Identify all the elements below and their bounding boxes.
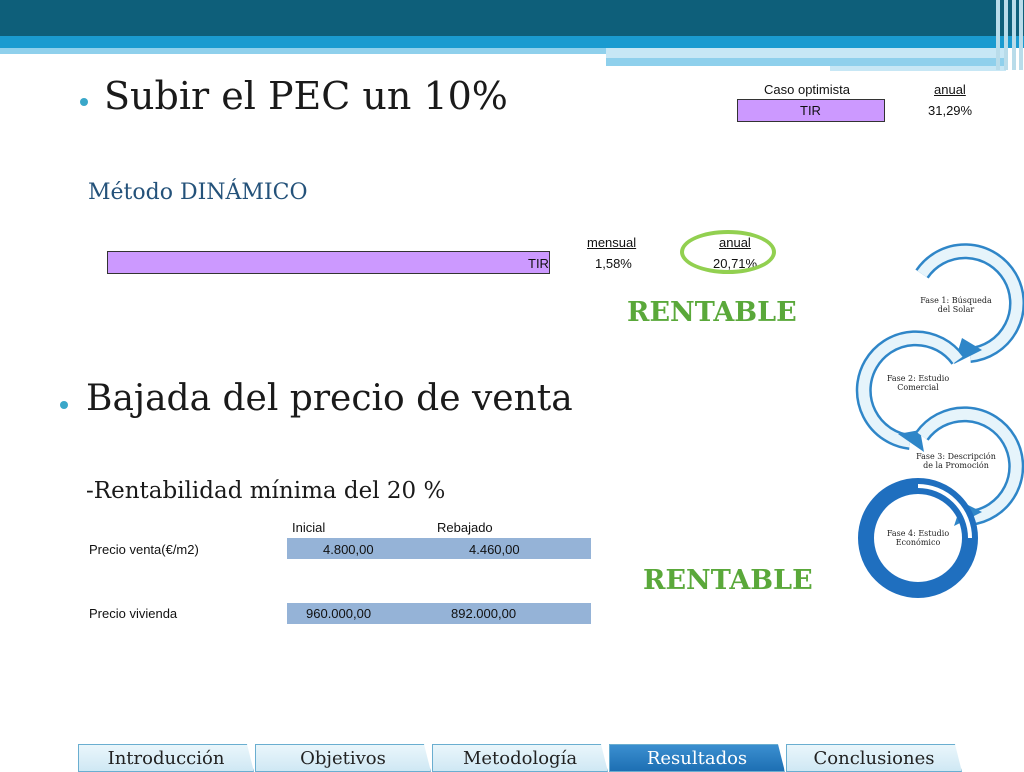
phase-3-text: Fase 3: Descripción de la Promoción xyxy=(916,452,996,470)
svg-text:de la Promoción: de la Promoción xyxy=(923,461,989,470)
rentabilidad-minima: -Rentabilidad mínima del 20 % xyxy=(86,478,446,504)
svg-text:Comercial: Comercial xyxy=(897,383,939,392)
svg-text:Fase 1: Búsqueda: Fase 1: Búsqueda xyxy=(920,296,992,305)
svg-text:Fase 4: Estudio: Fase 4: Estudio xyxy=(887,529,949,538)
bullet-dot xyxy=(60,401,68,409)
cell-inicial: 960.000,00 xyxy=(306,606,372,621)
col-rebajado-header: Rebajado xyxy=(437,520,493,535)
svg-text:Económico: Económico xyxy=(896,538,941,547)
din-tir-cell xyxy=(107,251,550,274)
cell-rebajado: 4.460,00 xyxy=(469,542,520,557)
din-tir-label: TIR xyxy=(528,256,549,271)
optimista-tir-label: TIR xyxy=(800,103,821,118)
highlight-ring xyxy=(680,230,776,274)
din-mensual-header: mensual xyxy=(587,235,637,250)
header-bar-blue xyxy=(0,36,1024,48)
phase-4-text: Fase 4: Estudio Económico xyxy=(887,529,949,547)
row-label: Precio vivienda xyxy=(89,606,178,621)
din-mensual-value: 1,58% xyxy=(595,256,632,271)
metodo-dinamico-label: Método DINÁMICO xyxy=(88,180,308,205)
cell-inicial: 4.800,00 xyxy=(323,542,374,557)
svg-text:Fase 2: Estudio: Fase 2: Estudio xyxy=(887,374,949,383)
phase-2-text: Fase 2: Estudio Comercial xyxy=(887,374,949,392)
optimista-anual-header: anual xyxy=(934,82,966,97)
optimista-tir-value: 31,29% xyxy=(928,103,973,118)
cell-rebajado: 892.000,00 xyxy=(451,606,517,621)
svg-text:Fase 3: Descripción: Fase 3: Descripción xyxy=(916,452,996,461)
rentable-label-2: RENTABLE xyxy=(643,565,813,596)
bullet-bajada-precio: Bajada del precio de venta xyxy=(86,378,573,419)
optimista-header: Caso optimista xyxy=(764,82,850,97)
header-bar-pale-right xyxy=(830,66,1006,71)
rentable-label-1: RENTABLE xyxy=(627,297,797,328)
header-bar-light-right xyxy=(606,58,1006,66)
header-bar-dark xyxy=(0,0,1024,36)
bullet-dot xyxy=(80,98,88,106)
phase-2-arrow xyxy=(855,330,965,452)
header-bar-pale xyxy=(606,48,1006,58)
header-bar-light xyxy=(0,48,606,54)
header-stripes xyxy=(994,0,1024,70)
bullet-subir-pec: Subir el PEC un 10% xyxy=(104,74,508,118)
phase-1-text: Fase 1: Búsqueda del Solar xyxy=(920,296,992,314)
row-label: Precio venta(€/m2) xyxy=(89,542,199,557)
svg-text:del Solar: del Solar xyxy=(938,305,975,314)
process-diagram: Fase 1: Búsqueda del Solar Fase 2: Estud… xyxy=(855,243,1024,598)
col-inicial-header: Inicial xyxy=(292,520,326,535)
